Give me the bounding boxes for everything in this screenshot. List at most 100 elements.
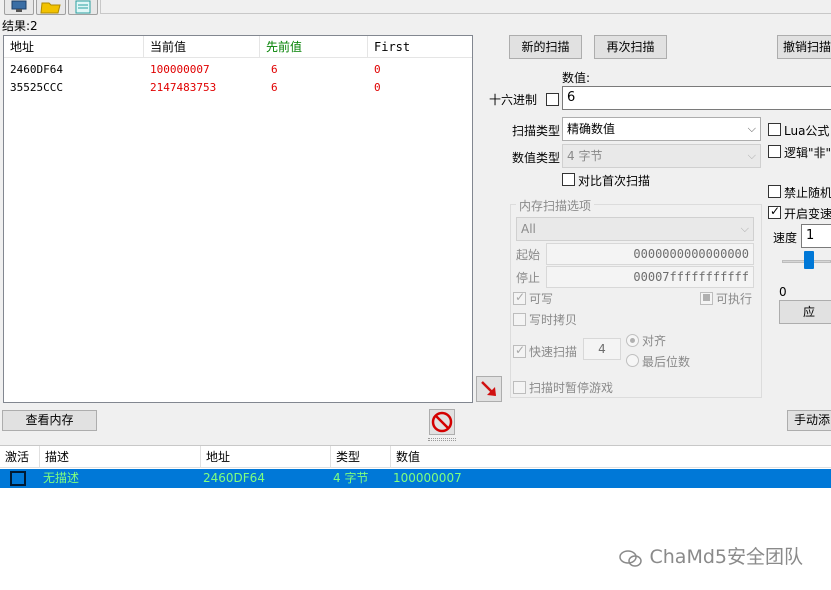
toolbar-strip	[100, 0, 831, 14]
copy-on-write-checkbox[interactable]	[513, 313, 526, 326]
result-current-value: 100000007	[150, 63, 210, 76]
result-previous-value: 6	[271, 63, 278, 76]
result-first-value: 0	[374, 63, 381, 76]
column-description[interactable]: 描述	[40, 446, 201, 468]
panel-splitter[interactable]	[0, 436, 831, 444]
hex-label: 十六进制	[489, 93, 538, 107]
speed-label: 速度	[773, 231, 798, 245]
disable-random-label: 禁止随机	[784, 186, 831, 200]
fast-scan-checkbox[interactable]: ✓	[513, 343, 526, 358]
red-arrow-icon	[481, 381, 496, 396]
scan-type-select[interactable]: 精确数值 ⌵	[562, 117, 761, 141]
result-first-value: 0	[374, 81, 381, 94]
compare-first-checkbox[interactable]	[562, 173, 575, 186]
result-previous-value: 6	[271, 81, 278, 94]
address-value: 100000007	[393, 471, 462, 485]
apply-speed-button[interactable]: 应	[779, 300, 831, 324]
last-digits-radio[interactable]	[626, 354, 639, 367]
process-select-button[interactable]	[4, 0, 34, 15]
wechat-icon	[619, 549, 643, 567]
column-value[interactable]: 数值	[391, 446, 831, 468]
scan-results-list[interactable]: 地址 当前值 先前值 First 2460DF64 100000007 6 0 …	[3, 35, 473, 403]
start-address-input[interactable]: 0000000000000000	[546, 243, 754, 265]
open-file-button[interactable]	[36, 0, 66, 15]
indeterminate-icon	[703, 294, 710, 301]
copy-on-write-label: 写时拷贝	[529, 313, 578, 327]
chevron-down-icon: ⌵	[747, 122, 756, 135]
column-current-value[interactable]: 当前值	[144, 36, 260, 58]
check-icon: ✓	[515, 290, 526, 304]
address-list-header: 激活 描述 地址 类型 数值	[0, 446, 831, 468]
speedhack-checkbox[interactable]: ✓	[768, 204, 781, 219]
results-list-header: 地址 当前值 先前值 First	[4, 36, 472, 58]
address-type: 4 字节	[333, 471, 369, 485]
disable-random-checkbox[interactable]	[768, 185, 781, 198]
lua-formula-checkbox[interactable]	[768, 123, 781, 136]
computer-icon	[11, 0, 27, 12]
address-value-address: 2460DF64	[203, 471, 265, 485]
writable-label: 可写	[529, 292, 554, 306]
scan-type-label: 扫描类型	[512, 124, 561, 138]
align-label: 对齐	[642, 334, 667, 348]
address-row[interactable]: 无描述 2460DF64 4 字节 100000007	[0, 469, 831, 488]
save-file-button[interactable]	[68, 0, 98, 15]
slider-min-label: 0	[779, 285, 787, 299]
memory-region-select[interactable]: All ⌵	[516, 217, 754, 241]
column-previous-value[interactable]: 先前值	[260, 36, 368, 58]
pause-game-label: 扫描时暂停游戏	[529, 381, 614, 395]
hex-checkbox[interactable]	[546, 93, 559, 106]
folder-icon	[40, 2, 61, 14]
new-scan-button[interactable]: 新的扫描	[509, 35, 582, 59]
memory-options-title: 内存扫描选项	[516, 197, 595, 214]
result-row[interactable]: 35525CCC 2147483753 6 0	[4, 79, 472, 97]
pause-game-checkbox[interactable]	[513, 381, 526, 394]
column-address[interactable]: 地址	[201, 446, 331, 468]
lua-formula-label: Lua公式	[784, 124, 830, 138]
fast-scan-alignment-input[interactable]: 4	[583, 338, 621, 360]
value-type-label: 数值类型	[512, 151, 561, 165]
next-scan-button[interactable]: 再次扫描	[594, 35, 667, 59]
add-address-manually-button[interactable]: 手动添	[787, 410, 831, 431]
active-checkbox[interactable]	[10, 471, 26, 486]
result-row[interactable]: 2460DF64 100000007 6 0	[4, 61, 472, 79]
value-type-value: 4 字节	[567, 149, 603, 163]
executable-label: 可执行	[716, 292, 753, 306]
watermark-text: ChaMd5安全团队	[649, 546, 804, 568]
logical-not-label: 逻辑"非"	[784, 146, 831, 160]
undo-scan-button[interactable]: 撤销扫描	[777, 35, 831, 59]
value-type-select[interactable]: 4 字节 ⌵	[562, 144, 761, 168]
logical-not-checkbox[interactable]	[768, 145, 781, 158]
clear-list-button[interactable]	[429, 409, 455, 435]
save-icon	[75, 0, 91, 14]
stop-address-input[interactable]: 00007fffffffffff	[546, 266, 754, 288]
toolbar	[0, 0, 831, 16]
align-radio[interactable]	[626, 334, 639, 347]
column-address[interactable]: 地址	[4, 36, 144, 58]
column-first[interactable]: First	[368, 36, 474, 58]
check-icon: ✓	[515, 343, 526, 357]
speed-input[interactable]: 1	[801, 224, 831, 248]
value-input[interactable]: 6	[562, 86, 831, 110]
radio-dot-icon	[630, 338, 635, 343]
chevron-down-icon: ⌵	[747, 149, 756, 162]
add-to-list-button[interactable]	[476, 376, 502, 402]
writable-checkbox[interactable]: ✓	[513, 290, 526, 305]
compare-first-label: 对比首次扫描	[578, 174, 651, 188]
address-description: 无描述	[43, 471, 80, 485]
result-address: 35525CCC	[10, 81, 63, 94]
result-current-value: 2147483753	[150, 81, 217, 94]
view-memory-button[interactable]: 查看内存	[2, 410, 97, 431]
start-label: 起始	[516, 248, 541, 262]
column-type[interactable]: 类型	[331, 446, 391, 468]
fast-scan-label: 快速扫描	[529, 345, 578, 359]
scan-type-value: 精确数值	[567, 122, 616, 136]
executable-checkbox[interactable]	[700, 292, 713, 305]
stop-label: 停止	[516, 271, 541, 285]
speedhack-label: 开启变速	[784, 207, 831, 221]
results-count-label: 结果:2	[2, 19, 38, 33]
memory-region-value: All	[521, 222, 536, 236]
result-address: 2460DF64	[10, 63, 63, 76]
watermark: ChaMd5安全团队	[619, 542, 803, 569]
column-active[interactable]: 激活	[0, 446, 40, 468]
speed-slider-thumb[interactable]	[804, 251, 814, 269]
